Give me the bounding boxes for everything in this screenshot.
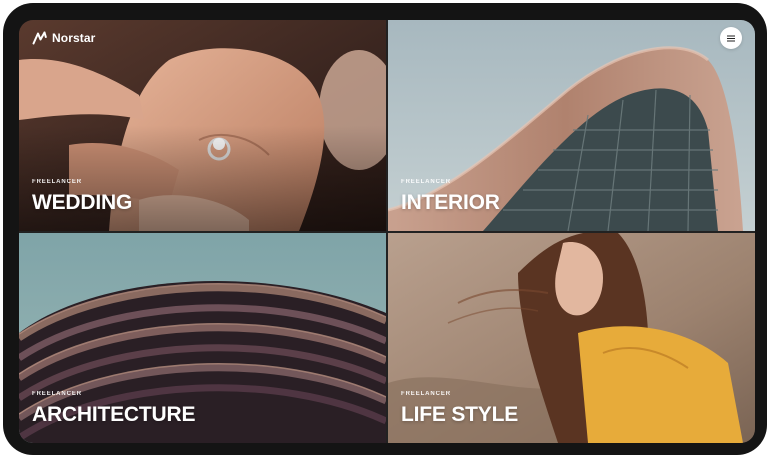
tile-title[interactable]: LIFE STYLE xyxy=(401,404,518,425)
tile-title[interactable]: WEDDING xyxy=(32,192,132,213)
hamburger-menu-icon xyxy=(727,35,735,41)
tile-title[interactable]: ARCHITECTURE xyxy=(32,404,195,425)
tile-interior[interactable]: FREELANCER INTERIOR xyxy=(388,20,755,231)
tile-caption: FREELANCER WEDDING xyxy=(32,179,132,213)
tile-wedding[interactable]: FREELANCER WEDDING xyxy=(19,20,386,231)
tile-life-style[interactable]: FREELANCER LIFE STYLE xyxy=(388,233,755,443)
tile-caption: FREELANCER ARCHITECTURE xyxy=(32,391,195,425)
menu-button[interactable] xyxy=(720,27,742,49)
brand-name: Norstar xyxy=(52,31,96,45)
brand-logo[interactable]: Norstar xyxy=(32,31,95,45)
screen: Norstar FREELANCER WEDDING FREELANCER IN… xyxy=(19,20,755,443)
norstar-logo-icon xyxy=(32,31,47,45)
tile-architecture[interactable]: FREELANCER ARCHITECTURE xyxy=(19,233,386,443)
tile-eyebrow: FREELANCER xyxy=(401,391,452,397)
tile-caption: FREELANCER INTERIOR xyxy=(401,179,500,213)
tile-eyebrow: FREELANCER xyxy=(32,179,83,185)
tile-eyebrow: FREELANCER xyxy=(401,179,452,185)
tile-caption: FREELANCER LIFE STYLE xyxy=(401,391,518,425)
tile-title[interactable]: INTERIOR xyxy=(401,192,500,213)
device-frame: Norstar FREELANCER WEDDING FREELANCER IN… xyxy=(3,3,767,455)
tile-eyebrow: FREELANCER xyxy=(32,391,83,397)
